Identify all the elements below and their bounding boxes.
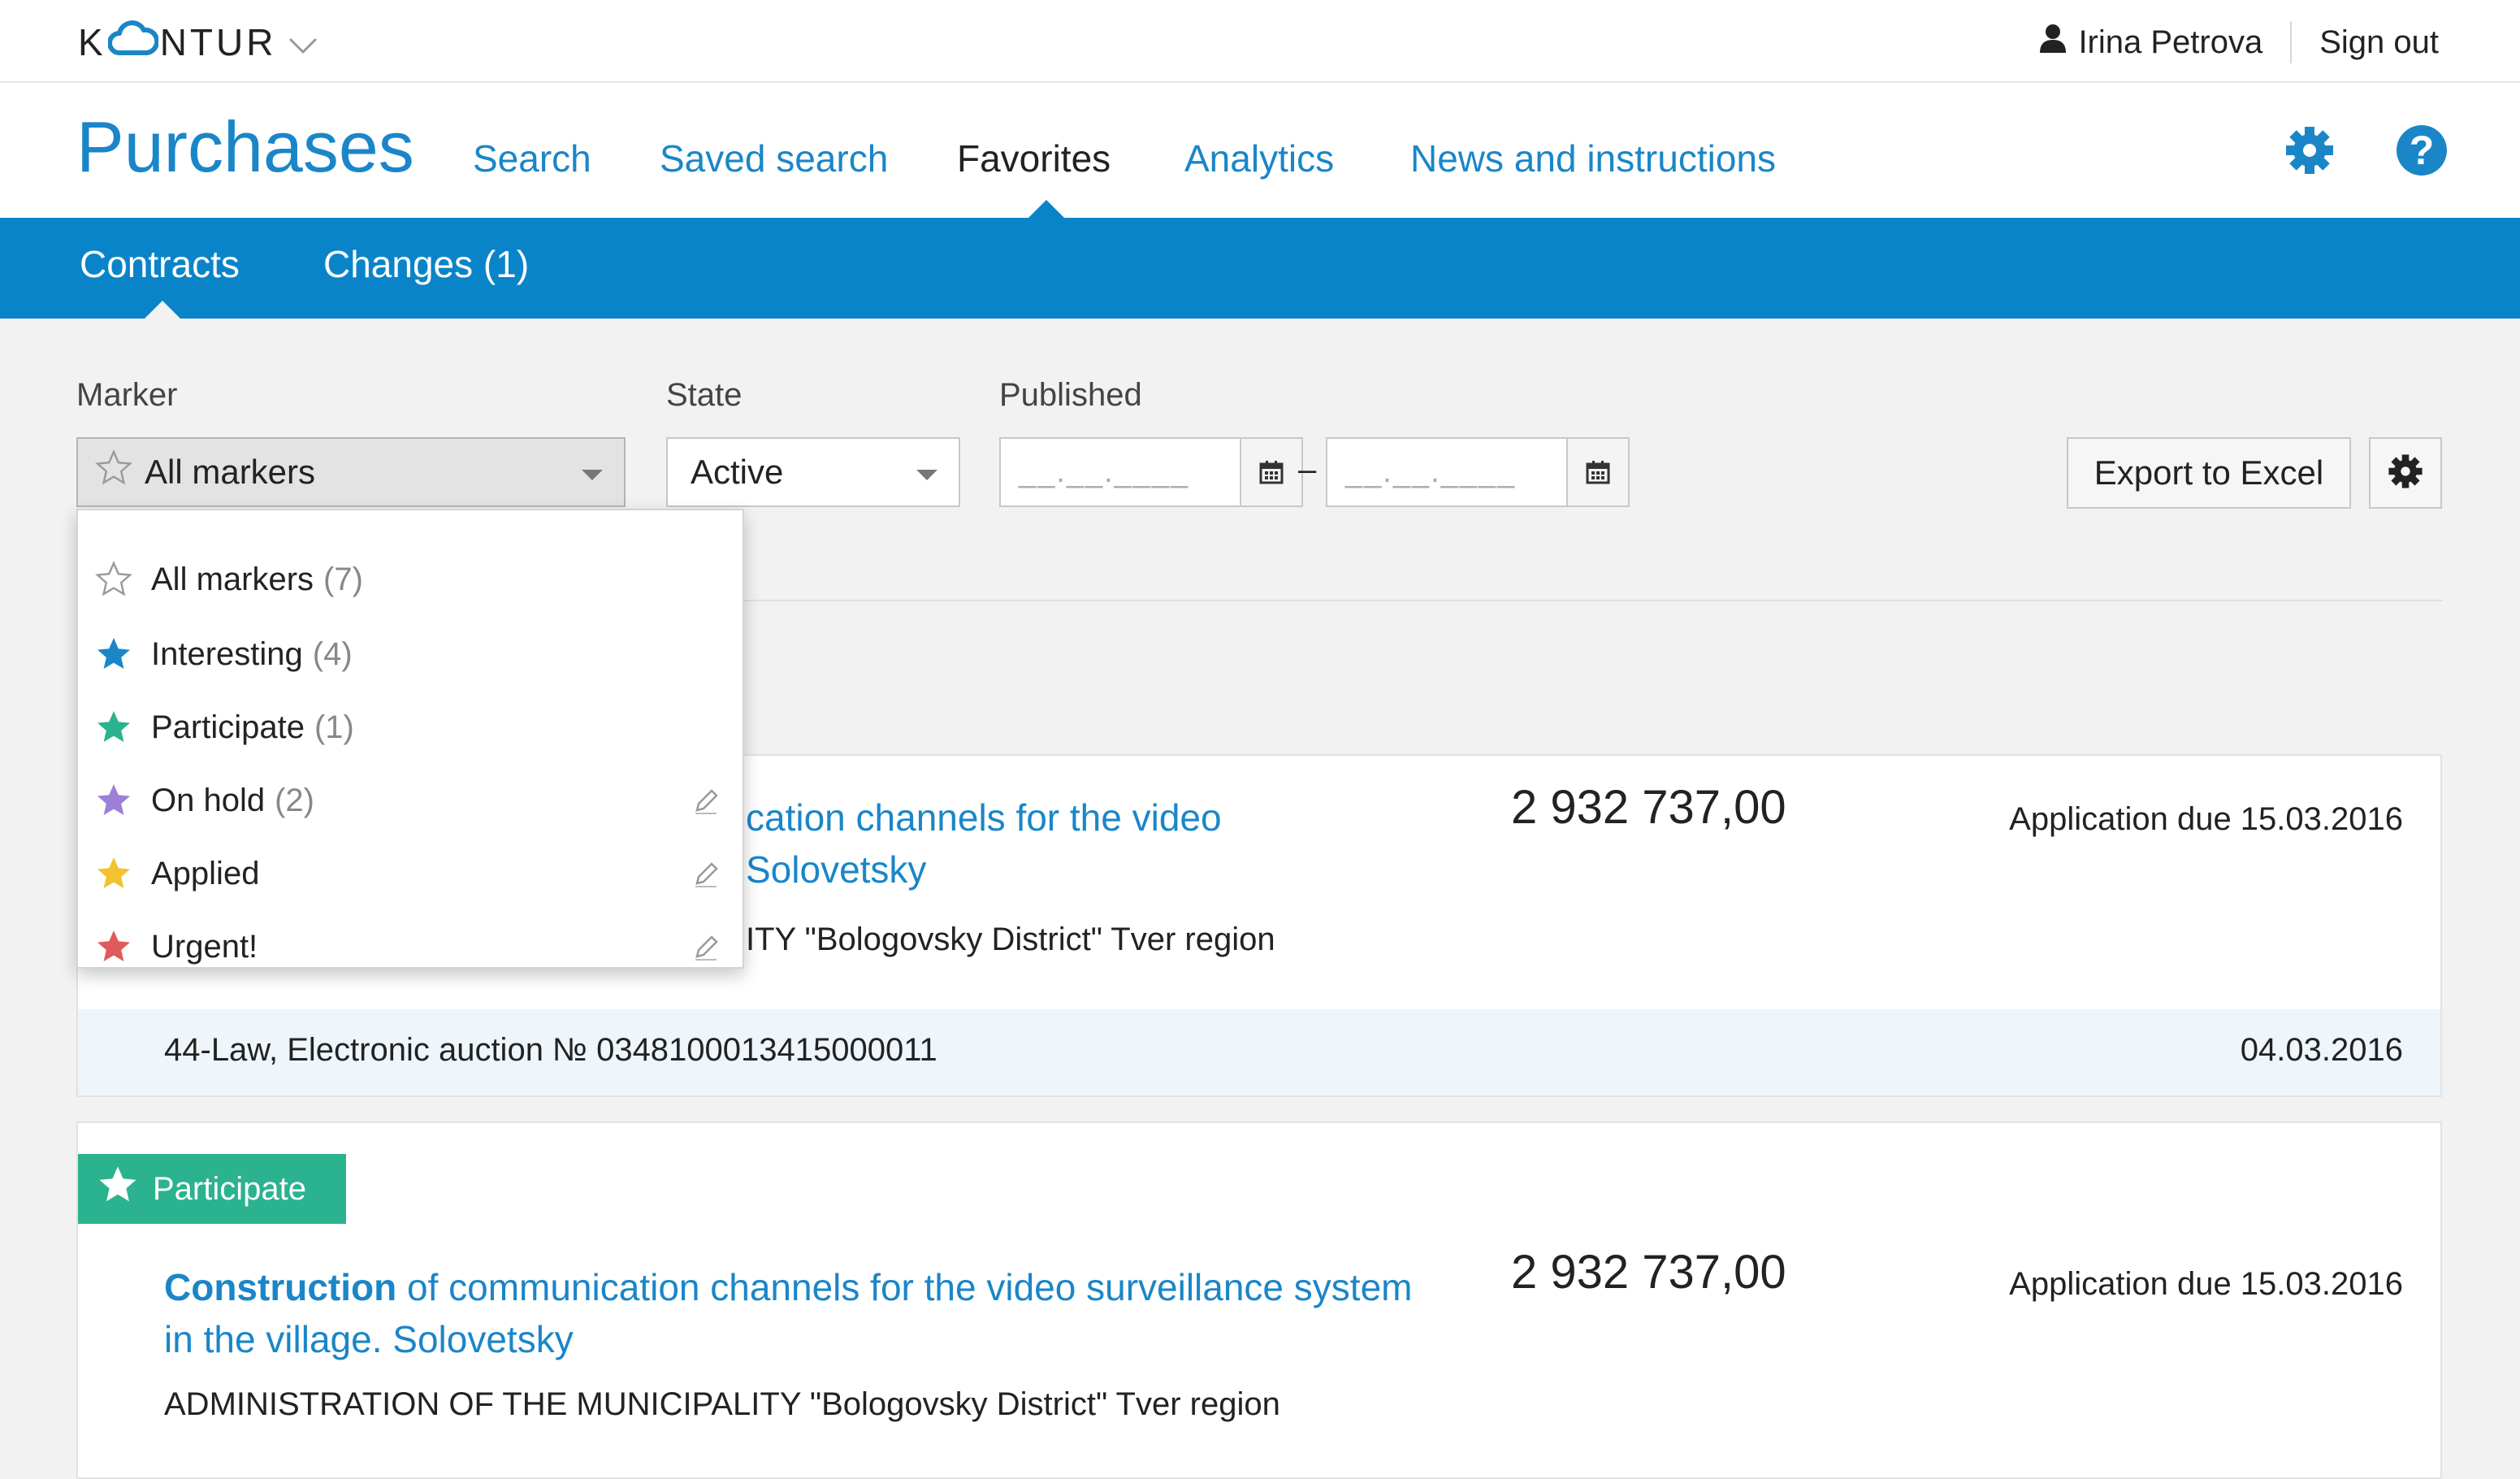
- user-name[interactable]: Irina Petrova: [2078, 24, 2262, 61]
- chevron-down-icon: [582, 470, 603, 480]
- marker-select[interactable]: All markers: [76, 437, 626, 507]
- published-label: Published: [999, 377, 1142, 413]
- sub-nav: Contracts Changes (1): [0, 218, 2520, 319]
- top-bar: K NTUR Irina Petrova Sign out: [0, 0, 2520, 83]
- marker-label: Marker: [76, 377, 178, 413]
- pencil-icon[interactable]: [692, 860, 720, 896]
- law-auction-number: 44-Law, Electronic auction № 03481000134…: [164, 1032, 937, 1068]
- chevron-down-icon[interactable]: [288, 20, 318, 64]
- state-select-value: Active: [691, 453, 784, 491]
- badge-label: Participate: [153, 1170, 306, 1207]
- gear-icon: [2388, 453, 2423, 493]
- option-label: Urgent!: [151, 928, 258, 965]
- marker-option-interesting[interactable]: Interesting (4): [78, 618, 743, 691]
- option-count: (1): [314, 709, 354, 745]
- date-to-input[interactable]: __.__.____: [1326, 437, 1630, 507]
- pencil-icon[interactable]: [692, 933, 720, 969]
- application-due: Application due 15.03.2016: [2009, 801, 2403, 837]
- marker-option-participate[interactable]: Participate (1): [78, 691, 743, 764]
- purchase-meta-row: 44-Law, Electronic auction № 03481000134…: [78, 1009, 2440, 1095]
- option-count: (7): [323, 561, 363, 597]
- application-due: Application due 15.03.2016: [2009, 1266, 2403, 1302]
- option-count: (2): [275, 782, 314, 818]
- option-label: All markers: [151, 561, 314, 597]
- marker-option-all[interactable]: All markers (7): [78, 543, 743, 616]
- purchase-title-link[interactable]: Construction of communication channels f…: [164, 1261, 1431, 1365]
- star-outline-icon: [94, 449, 133, 496]
- star-icon: [96, 1163, 140, 1215]
- option-label: Participate: [151, 709, 305, 745]
- star-icon: [94, 635, 133, 674]
- star-icon: [94, 781, 133, 820]
- active-nav-pointer: [1028, 200, 1064, 218]
- participate-marker-badge[interactable]: Participate: [78, 1154, 346, 1224]
- star-icon: [94, 708, 133, 747]
- nav-saved-search[interactable]: Saved search: [660, 137, 888, 180]
- calendar-icon[interactable]: [1566, 439, 1628, 505]
- purchase-card: Participate Construction of communicatio…: [76, 1121, 2442, 1479]
- kontur-logo[interactable]: K NTUR: [78, 18, 318, 67]
- user-icon: [2039, 24, 2067, 61]
- main-nav: Purchases Search Saved search Favorites …: [0, 83, 2520, 218]
- state-select[interactable]: Active: [666, 437, 960, 507]
- help-icon[interactable]: ?: [2397, 125, 2447, 176]
- marker-option-applied[interactable]: Applied: [78, 837, 743, 910]
- option-label: Interesting: [151, 635, 303, 672]
- star-outline-icon: [94, 560, 133, 599]
- nav-search[interactable]: Search: [473, 137, 591, 180]
- option-label: On hold: [151, 782, 266, 818]
- sign-out-link[interactable]: Sign out: [2319, 24, 2439, 61]
- star-icon: [94, 927, 133, 966]
- published-date: 04.03.2016: [2240, 1032, 2403, 1068]
- star-icon: [94, 854, 133, 893]
- marker-dropdown-menu: All markers (7) Interesting (4) Particip…: [76, 509, 744, 969]
- gear-icon[interactable]: [2284, 125, 2335, 176]
- option-label: Applied: [151, 855, 260, 891]
- option-count: (4): [312, 635, 353, 672]
- purchase-price: 2 932 737,00: [1511, 1246, 1786, 1299]
- separator: [2290, 21, 2293, 63]
- date-range-separator: –: [1298, 452, 1317, 488]
- user-area: Irina Petrova Sign out: [2039, 18, 2439, 67]
- list-settings-button[interactable]: [2369, 437, 2442, 509]
- date-from-placeholder: __.__.____: [1019, 455, 1190, 489]
- logo-text-left: K: [78, 21, 106, 63]
- chevron-down-icon: [916, 470, 937, 480]
- state-label: State: [666, 377, 743, 413]
- customer-org: ADMINISTRATION OF THE MUNICIPALITY "Bolo…: [164, 1386, 1280, 1422]
- active-tab-pointer: [145, 301, 180, 319]
- nav-news-and-instructions[interactable]: News and instructions: [1410, 137, 1776, 180]
- date-from-input[interactable]: __.__.____: [999, 437, 1303, 507]
- app-title[interactable]: Purchases: [76, 106, 414, 189]
- purchase-price: 2 932 737,00: [1511, 781, 1786, 834]
- nav-analytics[interactable]: Analytics: [1184, 137, 1334, 180]
- date-to-placeholder: __.__.____: [1345, 455, 1517, 489]
- tab-contracts[interactable]: Contracts: [80, 242, 240, 286]
- title-bold: Construction: [164, 1266, 397, 1308]
- export-to-excel-button[interactable]: Export to Excel: [2067, 437, 2351, 509]
- pencil-icon[interactable]: [692, 787, 720, 823]
- calendar-icon[interactable]: [1240, 439, 1301, 505]
- marker-select-value: All markers: [145, 453, 316, 491]
- logo-text-right: NTUR: [159, 21, 277, 63]
- marker-option-on-hold[interactable]: On hold (2): [78, 764, 743, 837]
- tab-changes[interactable]: Changes (1): [323, 242, 529, 286]
- nav-favorites[interactable]: Favorites: [957, 137, 1111, 180]
- customer-org: ITY "Bologovsky District" Tver region: [746, 922, 1275, 957]
- cloud-icon: [106, 20, 159, 65]
- marker-option-urgent[interactable]: Urgent!: [78, 910, 743, 983]
